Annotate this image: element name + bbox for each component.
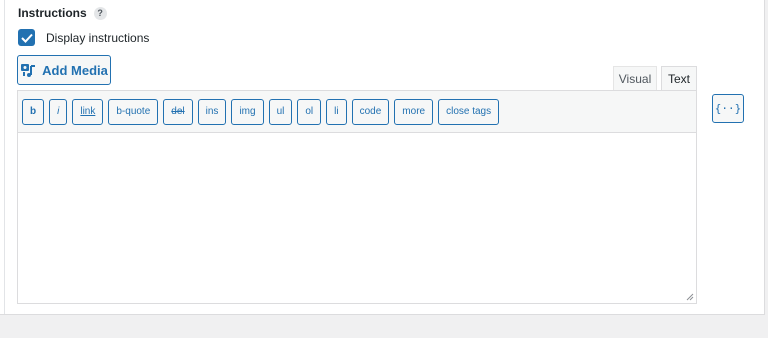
section-heading: Instructions ? (18, 6, 107, 20)
display-instructions-label: Display instructions (46, 30, 150, 45)
more-button[interactable]: more (394, 98, 434, 125)
add-media-label: Add Media (42, 62, 108, 78)
bold-button[interactable]: b (22, 98, 45, 125)
merge-tags-button[interactable]: {··} (712, 94, 744, 123)
instructions-panel: Instructions ? Display instructions Add … (0, 0, 765, 315)
tab-visual[interactable]: Visual (613, 66, 657, 91)
ul-button[interactable]: ul (268, 98, 293, 125)
del-button[interactable]: del (163, 98, 193, 125)
editor: b i link b-quote del ins img ul ol li co… (17, 90, 697, 304)
divider (4, 0, 5, 314)
tab-text[interactable]: Text (661, 66, 697, 91)
img-button[interactable]: img (231, 98, 264, 125)
add-media-button[interactable]: Add Media (17, 55, 111, 85)
blockquote-button[interactable]: b-quote (108, 98, 159, 125)
display-instructions-checkbox[interactable] (18, 29, 35, 46)
italic-button[interactable]: i (49, 98, 68, 125)
ol-button[interactable]: ol (297, 98, 322, 125)
media-icon (21, 64, 36, 77)
resize-handle-icon[interactable] (686, 293, 694, 301)
close-tags-button[interactable]: close tags (438, 98, 500, 125)
link-button[interactable]: link (72, 98, 104, 125)
quicktags-toolbar: b i link b-quote del ins img ul ol li co… (18, 91, 696, 133)
checkmark-icon (20, 33, 33, 43)
code-button[interactable]: code (351, 98, 390, 125)
li-button[interactable]: li (326, 98, 347, 125)
display-instructions-row[interactable]: Display instructions (18, 29, 149, 46)
help-icon[interactable]: ? (93, 6, 107, 20)
section-title: Instructions (18, 6, 87, 20)
ins-button[interactable]: ins (197, 98, 227, 125)
instructions-textarea[interactable] (18, 133, 696, 303)
